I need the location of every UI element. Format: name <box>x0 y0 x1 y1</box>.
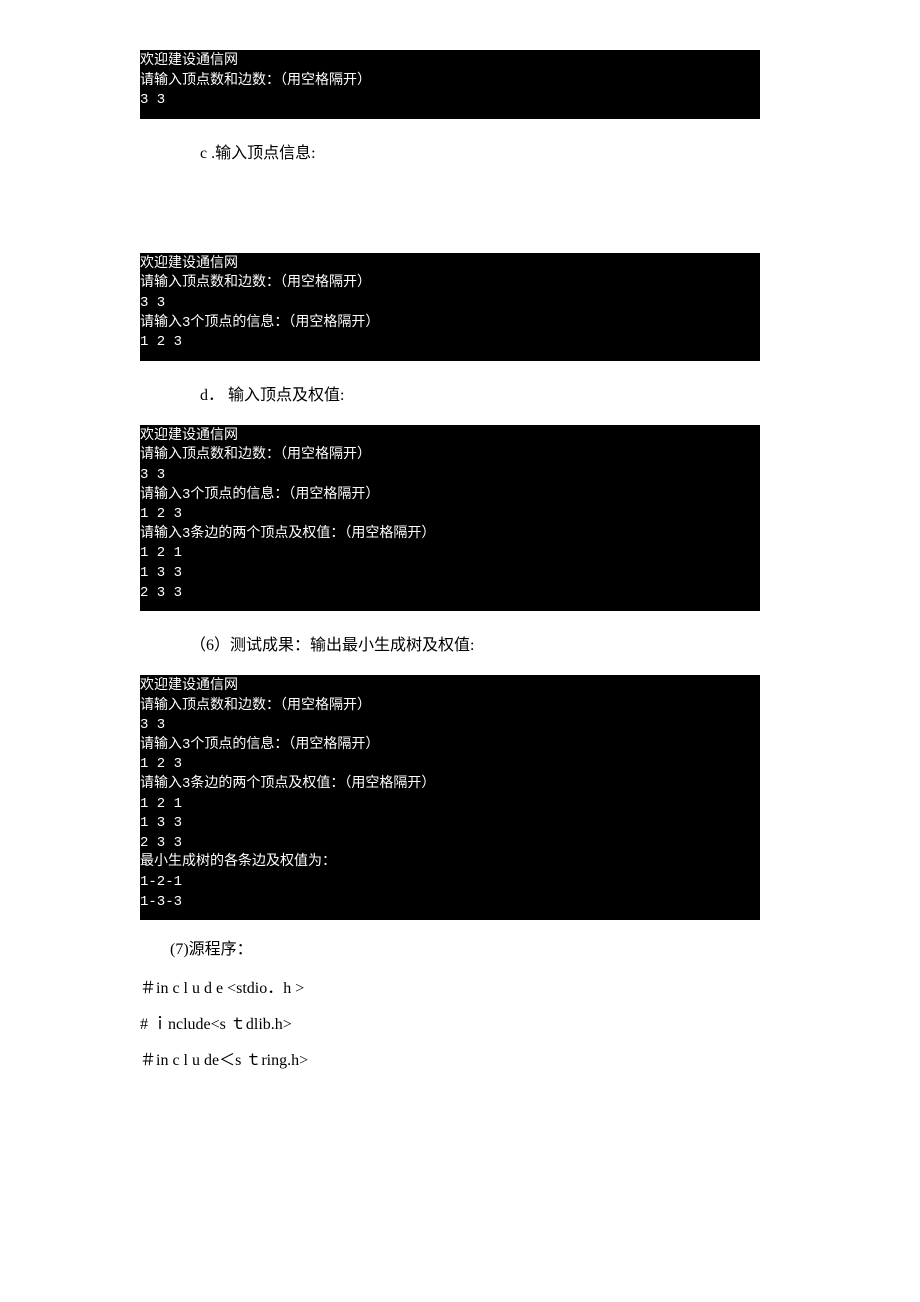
terminal-output-3: 欢迎建设通信网 请输入顶点数和边数：（用空格隔开） 3 3 请输入3个顶点的信息… <box>140 425 760 611</box>
terminal-output-4: 欢迎建设通信网 请输入顶点数和边数：（用空格隔开） 3 3 请输入3个顶点的信息… <box>140 675 760 920</box>
caption-c: c .输入顶点信息: <box>200 139 760 163</box>
terminal-output-2: 欢迎建设通信网 请输入顶点数和边数：（用空格隔开） 3 3 请输入3个顶点的信息… <box>140 253 760 361</box>
terminal-output-1: 欢迎建设通信网 请输入顶点数和边数：（用空格隔开） 3 3 <box>140 50 760 119</box>
code-line-2: # ｉnclude<s ｔdlib.h> <box>140 1010 760 1034</box>
spacer <box>140 183 760 243</box>
label-7: (7)源程序： <box>170 935 760 959</box>
code-line-1: ＃in c l u d e <stdio．h > <box>140 974 760 998</box>
code-line-3: ＃in c l u de＜s ｔring.h> <box>140 1046 760 1070</box>
caption-d: d． 输入顶点及权值: <box>200 381 760 405</box>
caption-6: （6）测试成果：输出最小生成树及权值: <box>190 631 760 655</box>
